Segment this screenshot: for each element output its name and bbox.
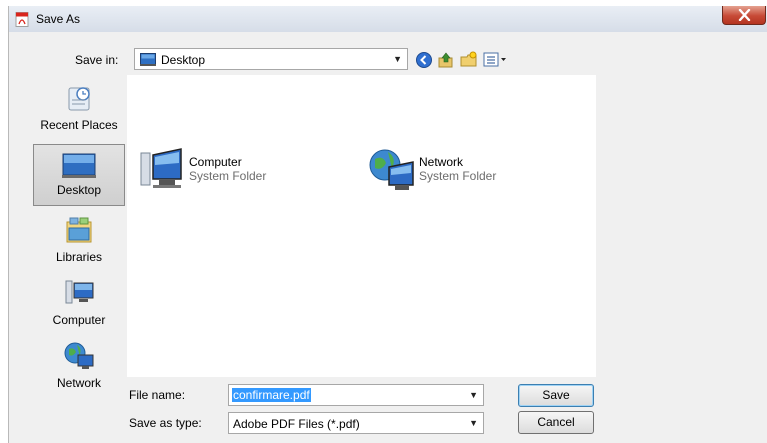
computer-icon	[140, 148, 182, 188]
network-icon	[369, 149, 414, 190]
save-as-type-dropdown[interactable]: Adobe PDF Files (*.pdf) ▼	[228, 412, 484, 434]
chevron-down-icon: ▼	[469, 390, 478, 400]
close-button[interactable]	[722, 6, 766, 25]
place-network[interactable]: Network	[33, 340, 125, 398]
save-as-type-value: Adobe PDF Files (*.pdf)	[233, 417, 360, 431]
file-name-value: confirmare.pdf	[232, 388, 311, 402]
place-recent-places[interactable]: Recent Places	[33, 82, 125, 140]
file-name-input[interactable]: confirmare.pdf ▼	[228, 384, 484, 406]
up-folder-icon[interactable]	[437, 51, 455, 69]
window-title: Save As	[36, 12, 81, 26]
close-icon	[738, 9, 751, 21]
places-bar: Recent Places Desktop Libraries Computer…	[33, 82, 125, 392]
desktop-icon	[62, 153, 96, 178]
save-in-label: Save in:	[75, 53, 119, 67]
title-bar[interactable]: Save As	[9, 6, 767, 32]
libraries-icon	[66, 217, 92, 243]
cancel-button[interactable]: Cancel	[518, 411, 594, 434]
file-type: System Folder	[189, 169, 267, 183]
save-button[interactable]: Save	[518, 384, 594, 407]
save-as-dialog: Save As Save in: Desktop ▼ Recent Places…	[8, 6, 767, 443]
place-desktop[interactable]: Desktop	[33, 144, 125, 206]
save-as-type-label: Save as type:	[129, 416, 202, 430]
network-icon	[64, 342, 94, 369]
place-label: Computer	[52, 313, 106, 327]
view-menu-icon[interactable]	[483, 51, 509, 69]
place-libraries[interactable]: Libraries	[33, 214, 125, 272]
place-label: Recent Places	[40, 118, 118, 132]
recent-places-icon	[68, 87, 90, 111]
save-in-value: Desktop	[161, 53, 206, 67]
file-name-label: File name:	[129, 388, 186, 402]
list-item[interactable]: Network System Folder	[367, 145, 527, 195]
file-list[interactable]: Computer System Folder Network System Fo…	[127, 75, 596, 377]
place-label: Desktop	[56, 183, 102, 197]
desktop-icon	[140, 53, 156, 66]
file-type: System Folder	[419, 169, 497, 183]
chevron-down-icon: ▼	[393, 54, 402, 64]
computer-icon	[65, 280, 94, 304]
chevron-down-icon: ▼	[469, 418, 478, 428]
back-icon[interactable]	[415, 51, 433, 69]
file-name: Network	[419, 155, 464, 169]
place-computer[interactable]: Computer	[33, 277, 125, 335]
file-name: Computer	[189, 155, 242, 169]
list-item[interactable]: Computer System Folder	[137, 145, 297, 195]
place-label: Libraries	[55, 250, 103, 264]
save-in-dropdown[interactable]: Desktop ▼	[134, 48, 408, 70]
new-folder-icon[interactable]	[460, 51, 478, 69]
place-label: Network	[56, 376, 101, 390]
pdf-icon	[15, 12, 29, 27]
